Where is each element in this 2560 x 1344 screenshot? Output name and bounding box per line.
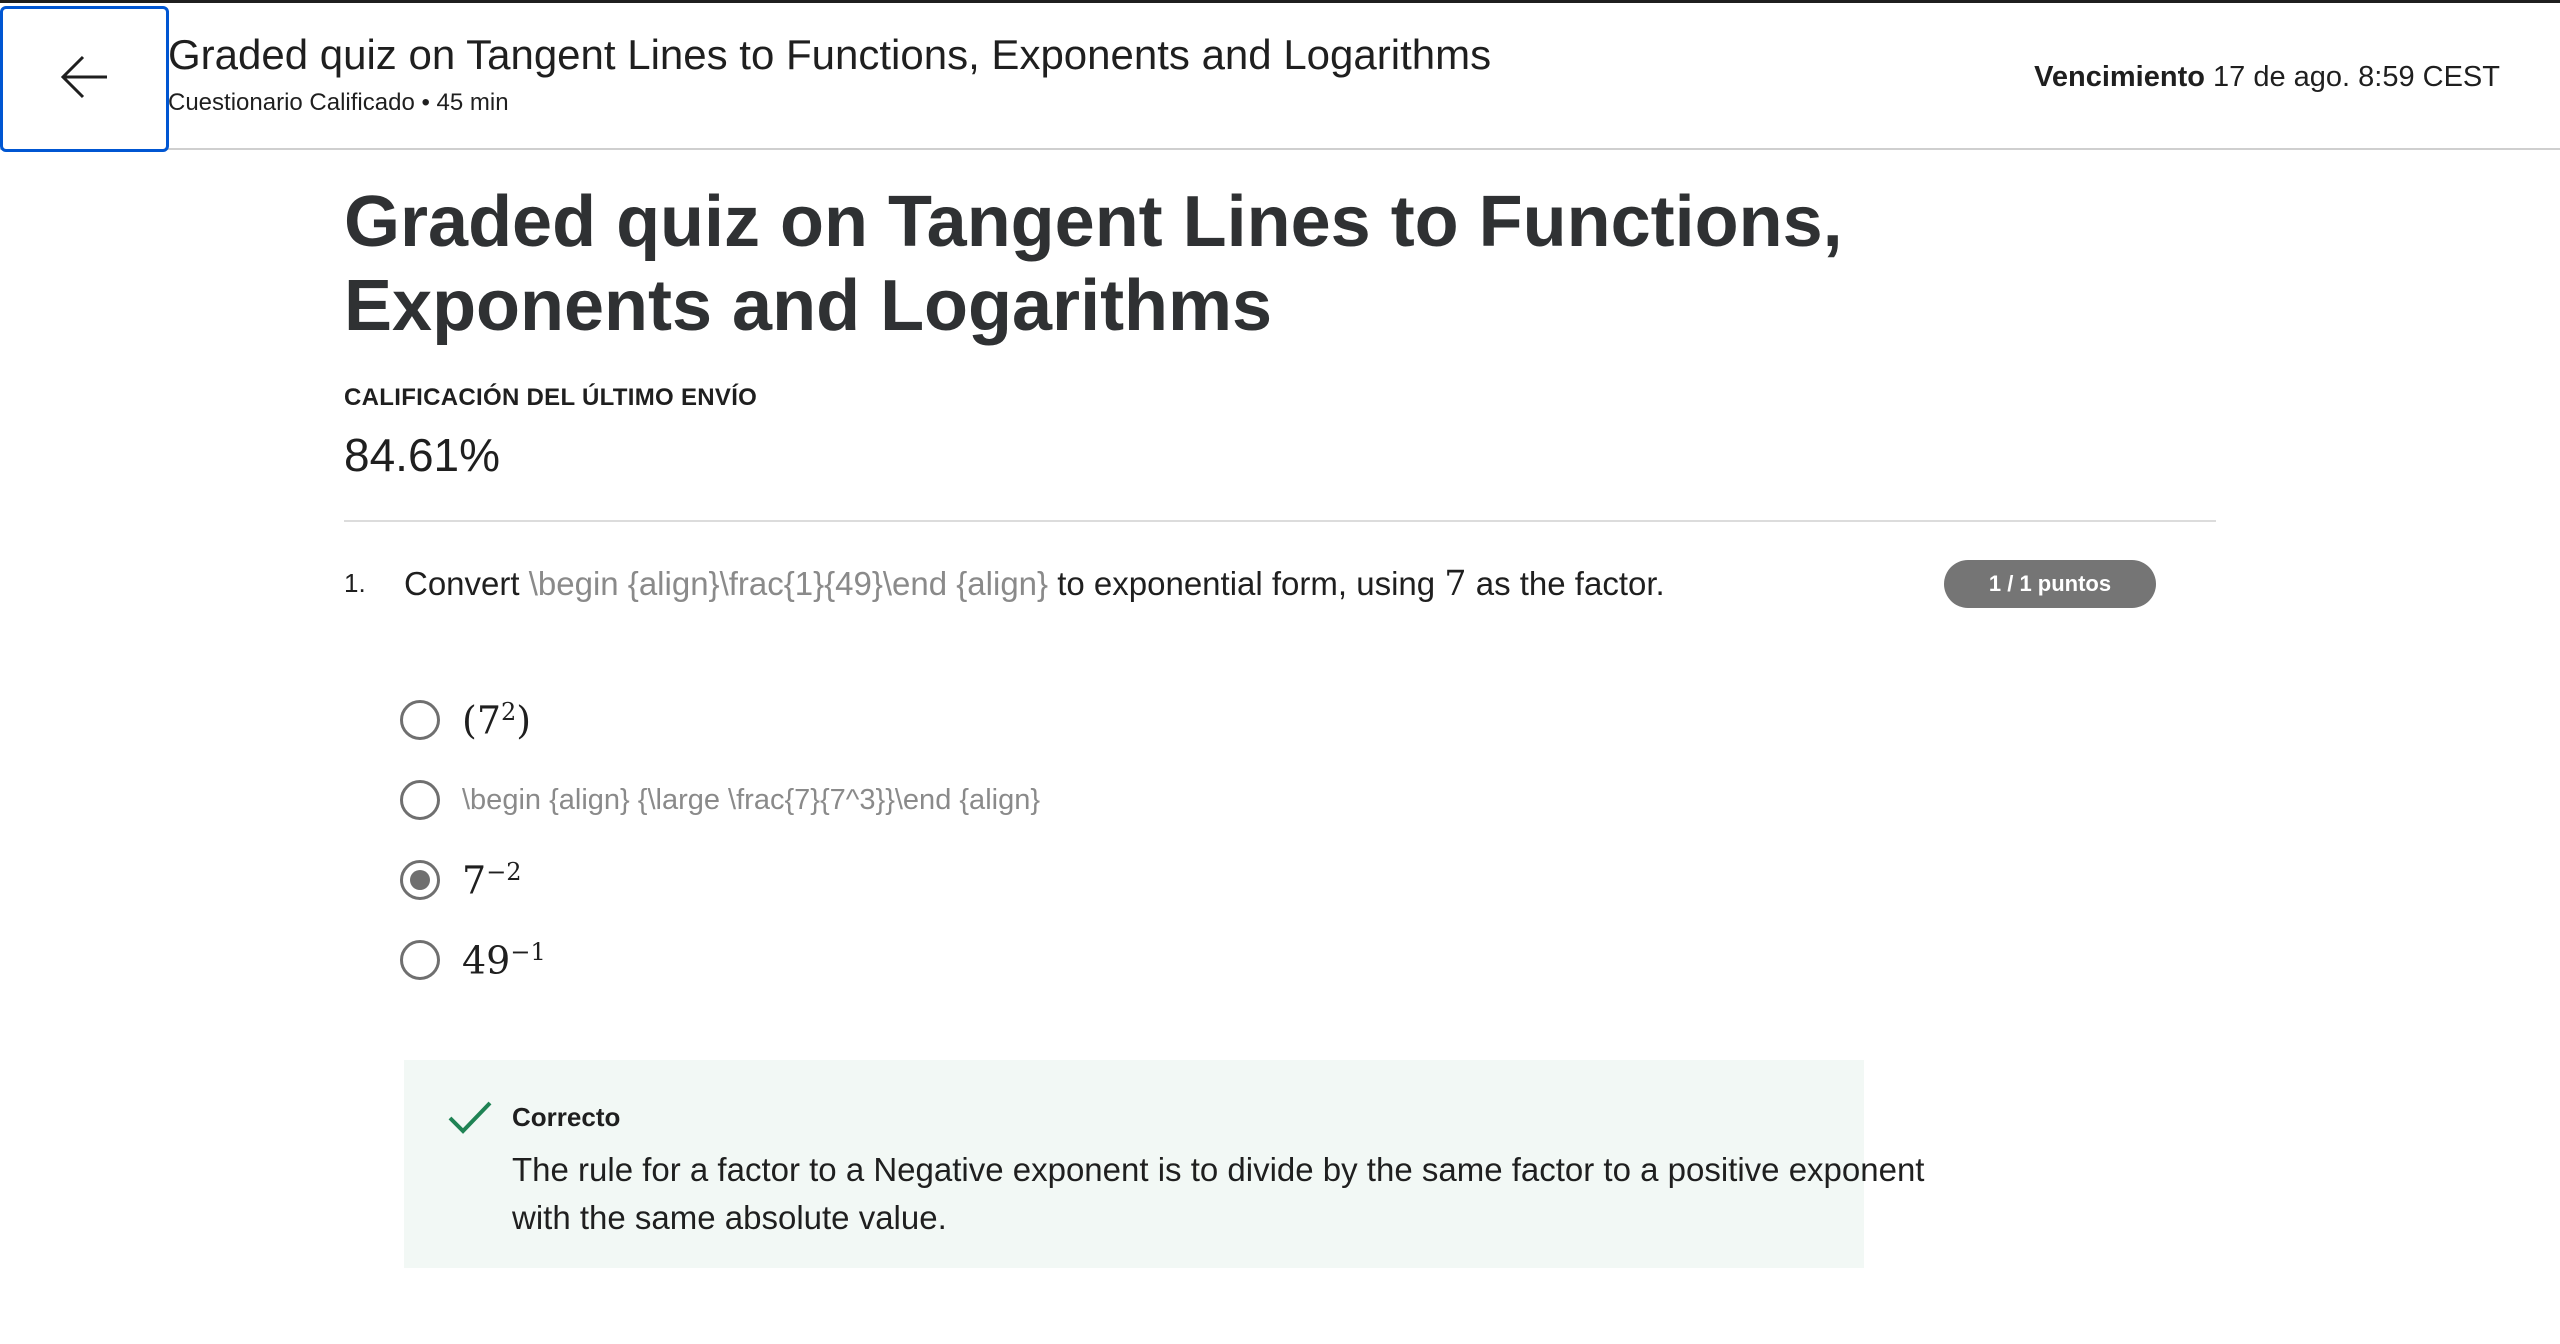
radio-button[interactable] — [400, 940, 440, 980]
option-label: (72) — [462, 697, 532, 743]
header-meta: Cuestionario Calificado • 45 min — [168, 89, 509, 116]
radio-button-selected[interactable] — [400, 860, 440, 900]
question-text-after: as the factor. — [1466, 565, 1665, 602]
checkmark-icon — [446, 1098, 494, 1138]
back-button[interactable] — [0, 6, 169, 152]
feedback-text: The rule for a factor to a Negative expo… — [512, 1151, 1925, 1236]
main-content: Graded quiz on Tangent Lines to Function… — [344, 150, 2216, 1268]
option-label: 7−2 — [462, 857, 522, 903]
question-1: 1. Convert \begin {align}\frac{1}{49}\en… — [344, 560, 2216, 620]
radio-button[interactable] — [400, 700, 440, 740]
due-label: Vencimiento — [2034, 61, 2205, 93]
radio-button[interactable] — [400, 780, 440, 820]
question-factor: 7 — [1444, 564, 1467, 604]
option-1[interactable]: (72) — [400, 680, 2216, 760]
arrow-left-icon — [57, 49, 113, 110]
page-title: Graded quiz on Tangent Lines to Function… — [344, 182, 1843, 346]
due-value: 17 de ago. 8:59 CEST — [2213, 61, 2500, 93]
header-title: Graded quiz on Tangent Lines to Function… — [168, 31, 1492, 78]
option-3[interactable]: 7−2 — [400, 840, 2216, 920]
grade-label: CALIFICACIÓN DEL ÚLTIMO ENVÍO — [344, 384, 758, 411]
option-label: 49−1 — [462, 937, 546, 983]
quiz-header: Graded quiz on Tangent Lines to Function… — [0, 0, 2560, 152]
option-4[interactable]: 49−1 — [400, 920, 2216, 1000]
option-2[interactable]: \begin {align} {\large \frac{7}{7^3}}\en… — [400, 760, 2216, 840]
question-text-before: Convert — [404, 565, 529, 602]
grade-value: 84.61% — [344, 429, 501, 481]
question-latex: \begin {align}\frac{1}{49}\end {align} — [528, 565, 1049, 602]
question-number: 1. — [344, 568, 366, 598]
answer-options: (72) \begin {align} {\large \frac{7}{7^3… — [400, 680, 2216, 1000]
feedback-box: Correcto The rule for a factor to a Nega… — [404, 1060, 1924, 1268]
question-text-middle: to exponential form, using — [1048, 565, 1445, 602]
feedback-status: Correcto — [512, 1102, 621, 1132]
points-badge: 1 / 1 puntos — [1944, 560, 2156, 608]
divider — [344, 520, 2216, 522]
due-date: Vencimiento 17 de ago. 8:59 CEST — [2034, 61, 2500, 94]
question-text: Convert \begin {align}\frac{1}{49}\end {… — [404, 564, 1665, 604]
option-label: \begin {align} {\large \frac{7}{7^3}}\en… — [462, 783, 1041, 816]
